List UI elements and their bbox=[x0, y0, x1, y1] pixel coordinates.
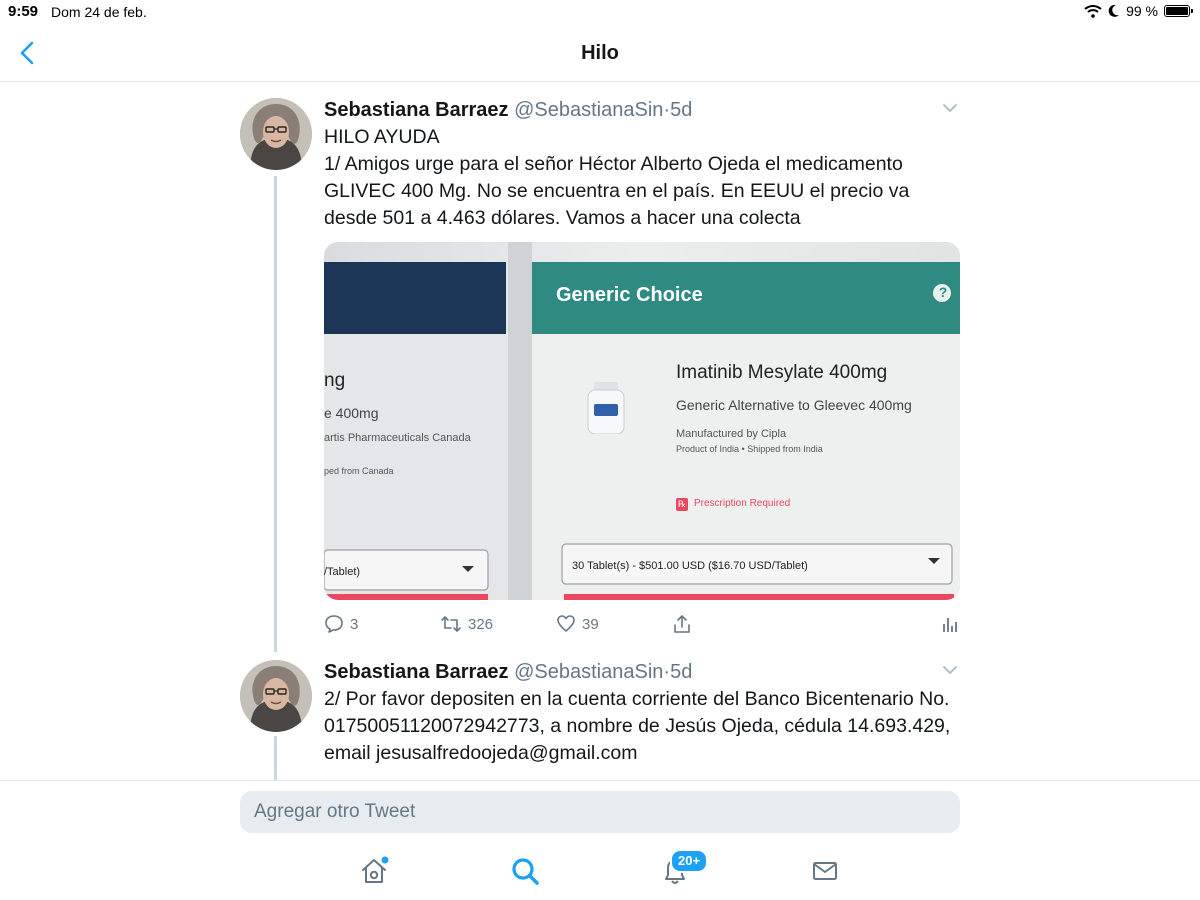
rx-icon: ℞ bbox=[676, 498, 688, 511]
tweet-body: Sebastiana Barraez @SebastianaSin·5d HIL… bbox=[324, 98, 964, 232]
tweet[interactable]: Sebastiana Barraez @SebastianaSin·5d 2/ … bbox=[240, 660, 970, 778]
avatar-image bbox=[240, 98, 312, 170]
author-handle[interactable]: @SebastianaSin bbox=[514, 661, 663, 683]
bar-chart-icon bbox=[943, 618, 957, 632]
author-name[interactable]: Sebastiana Barraez bbox=[324, 661, 509, 683]
product-name: Imatinib Mesylate 400mg bbox=[676, 362, 888, 383]
manufacturer: Manufactured by Cipla bbox=[676, 428, 787, 440]
like-count: 39 bbox=[582, 615, 599, 633]
left-product-name: ng bbox=[324, 370, 346, 391]
left-product-dose: e 400mg bbox=[324, 405, 379, 421]
tweet-text-line: 1/ Amigos urge para el señor Héctor Albe… bbox=[324, 153, 910, 229]
wifi-icon bbox=[1084, 5, 1102, 18]
status-bar: 9:59 Dom 24 de feb. 99 % bbox=[0, 0, 1200, 24]
prescription-required: Prescription Required bbox=[694, 498, 791, 509]
moon-icon bbox=[1108, 4, 1120, 17]
tweet-text-line: 2/ Por favor depositen en la cuenta corr… bbox=[324, 688, 951, 764]
tweet-text: HILO AYUDA 1/ Amigos urge para el señor … bbox=[324, 124, 964, 232]
status-date: Dom 24 de feb. bbox=[51, 4, 147, 20]
product-alternative: Generic Alternative to Gleevec 400mg bbox=[676, 397, 912, 413]
tweet-header: Sebastiana Barraez @SebastianaSin·5d bbox=[324, 660, 964, 684]
author-name[interactable]: Sebastiana Barraez bbox=[324, 99, 509, 121]
status-indicators: 99 % bbox=[1084, 3, 1193, 19]
media-header: Generic Choice bbox=[556, 284, 703, 306]
avatar[interactable] bbox=[240, 98, 312, 170]
heart-icon bbox=[557, 615, 575, 632]
battery-percent: 99 % bbox=[1126, 3, 1158, 19]
status-time: 9:59 bbox=[8, 3, 39, 20]
retweet-button[interactable]: 326 bbox=[440, 614, 493, 634]
tweet-header: Sebastiana Barraez @SebastianaSin·5d bbox=[324, 98, 964, 122]
tweet-actions: 3 326 39 bbox=[324, 614, 960, 638]
left-shipping: ped from Canada bbox=[324, 466, 394, 476]
avatar-image bbox=[240, 660, 312, 732]
chevron-down-icon[interactable] bbox=[942, 664, 958, 676]
tab-messages[interactable] bbox=[807, 853, 843, 889]
page-title: Hilo bbox=[581, 42, 619, 64]
author-handle[interactable]: @SebastianaSin bbox=[514, 99, 663, 121]
tweet[interactable]: Sebastiana Barraez @SebastianaSin·5d HIL… bbox=[240, 98, 970, 648]
help-icon: ? bbox=[938, 284, 948, 300]
compose-input[interactable]: Agregar otro Tweet bbox=[240, 791, 960, 833]
battery-level bbox=[1166, 7, 1188, 15]
notification-badge: 20+ bbox=[670, 849, 709, 873]
search-icon bbox=[512, 858, 539, 885]
battery-icon bbox=[1164, 5, 1193, 17]
reply-count: 3 bbox=[350, 615, 359, 633]
left-quantity-select: /Tablet) bbox=[324, 566, 361, 578]
tweet-text-line: HILO AYUDA bbox=[324, 126, 440, 148]
analytics-button[interactable] bbox=[940, 614, 960, 634]
tweet-media-image[interactable]: Generic Choice ? Imatinib Mesylate 400mg… bbox=[324, 242, 960, 600]
left-manufacturer: artis Pharmaceuticals Canada bbox=[324, 432, 471, 444]
chevron-down-icon[interactable] bbox=[942, 102, 958, 114]
retweet-count: 326 bbox=[468, 615, 494, 633]
tweet-text: 2/ Por favor depositen en la cuenta corr… bbox=[324, 686, 964, 767]
retweet-icon bbox=[441, 616, 461, 632]
tweet-time: 5d bbox=[670, 99, 693, 121]
pill-bottle-image bbox=[587, 382, 625, 434]
tab-home[interactable] bbox=[356, 853, 392, 889]
compose-bar: Agregar otro Tweet bbox=[0, 780, 1200, 900]
home-icon bbox=[362, 856, 389, 883]
reply-button[interactable]: 3 bbox=[324, 614, 358, 634]
tweet-time: 5d bbox=[670, 661, 693, 683]
quantity-select: 30 Tablet(s) - $501.00 USD ($16.70 USD/T… bbox=[572, 560, 808, 572]
avatar[interactable] bbox=[240, 660, 312, 732]
share-icon bbox=[674, 615, 690, 633]
origin: Product of India • Shipped from India bbox=[676, 444, 823, 454]
tweet-body: Sebastiana Barraez @SebastianaSin·5d 2/ … bbox=[324, 660, 964, 767]
nav-bar: Hilo bbox=[0, 24, 1200, 82]
share-button[interactable] bbox=[672, 614, 692, 634]
tab-search[interactable] bbox=[507, 853, 543, 889]
like-button[interactable]: 39 bbox=[556, 614, 599, 634]
reply-icon bbox=[325, 615, 343, 633]
mail-icon bbox=[813, 862, 837, 880]
